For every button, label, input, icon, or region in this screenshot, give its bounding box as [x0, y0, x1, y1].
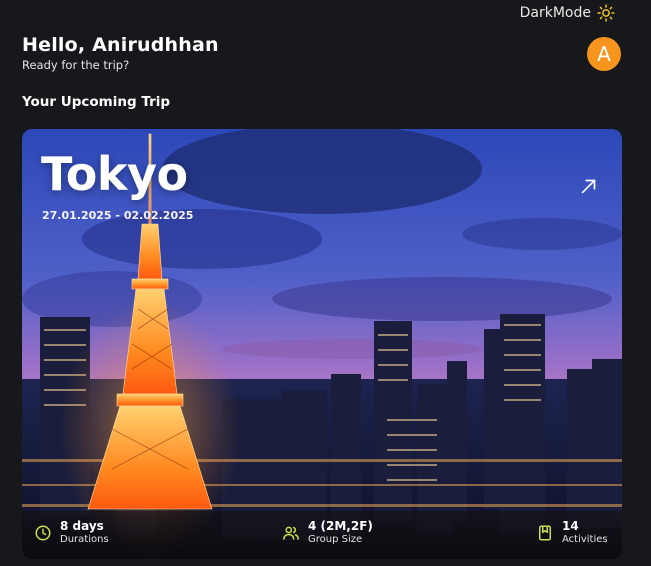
section-title: Your Upcoming Trip	[22, 94, 171, 110]
stat-group-size: 4 (2M,2F) Group Size	[282, 519, 373, 547]
clock-icon	[35, 525, 51, 541]
stat-activities-label: Activities	[562, 534, 608, 545]
dark-mode-toggle[interactable]: DarkMode	[520, 4, 615, 22]
stat-activities: 14 Activities	[536, 519, 608, 547]
stat-group-size-label: Group Size	[308, 534, 363, 545]
stat-duration-value: 8 days	[60, 519, 104, 533]
greeting-title: Hello, Anirudhhan	[22, 34, 219, 56]
stat-group-size-value: 4 (2M,2F)	[308, 519, 373, 533]
trip-city-name: Tokyo	[41, 147, 188, 201]
arrow-up-right-icon[interactable]	[578, 175, 600, 197]
stat-duration-label: Durations	[60, 534, 109, 545]
bookmark-icon	[539, 525, 551, 541]
greeting-block: Hello, Anirudhhan Ready for the trip?	[22, 34, 219, 72]
trip-card[interactable]: Tokyo 27.01.2025 - 02.02.2025 8 days Dur…	[22, 129, 622, 559]
avatar[interactable]: A	[587, 37, 621, 71]
trip-dates: 27.01.2025 - 02.02.2025	[42, 209, 194, 222]
stat-activities-value: 14	[562, 519, 579, 533]
group-icon	[283, 526, 299, 540]
trip-stats-bar: 8 days Durations 4 (2M,2F) Group Size 14	[22, 511, 622, 559]
sun-icon	[597, 4, 615, 22]
avatar-initial: A	[597, 42, 611, 66]
greeting-subtitle: Ready for the trip?	[22, 58, 130, 72]
dark-mode-label: DarkMode	[519, 5, 591, 21]
stat-duration: 8 days Durations	[34, 519, 109, 547]
